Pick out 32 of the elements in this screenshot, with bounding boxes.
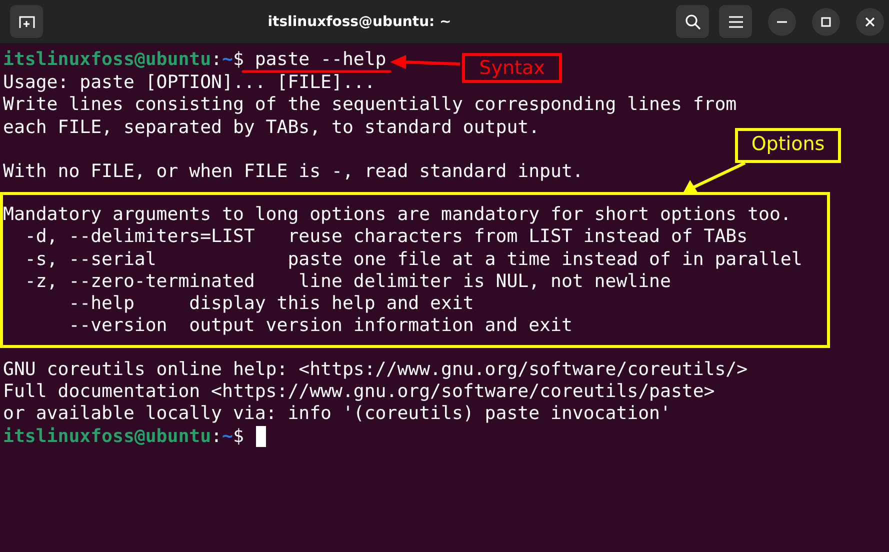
- output-line: GNU coreutils online help: <https://www.gnu.org/software/coreutils/>: [3, 360, 748, 380]
- prompt: itslinuxfoss@ubuntu:~$: [3, 425, 244, 448]
- menu-icon: [728, 16, 742, 28]
- window-title: itslinuxfoss@ubuntu: ~: [266, 14, 452, 30]
- minimize-button[interactable]: [768, 8, 796, 36]
- output-line: Full documentation <https://www.gnu.org/software/coreutils/paste>: [3, 382, 715, 402]
- callout-label: Syntax: [462, 53, 562, 83]
- output-line: each FILE, separated by TABs, to standard output.: [3, 118, 540, 138]
- maximize-icon: [821, 16, 831, 26]
- output-line: -s, --serial paste one file at a time instead of in parallel: [24, 250, 802, 270]
- output-line: --version output version information and exit: [68, 316, 572, 336]
- close-icon: [865, 16, 875, 26]
- output-line: Usage: paste [OPTION]... [FILE]...: [3, 73, 376, 94]
- minimize-icon: [777, 20, 787, 22]
- maximize-button[interactable]: [812, 8, 840, 36]
- new-tab-icon: [18, 14, 34, 28]
- arrow: [390, 55, 460, 69]
- menu-button[interactable]: [719, 5, 752, 38]
- search-icon: [684, 14, 700, 30]
- output-line: -d, --delimiters=LIST reuse characters from LIST instead of TABs: [24, 227, 748, 248]
- output-line: With no FILE, or when FILE is -, read standard input.: [3, 162, 584, 182]
- output-line: or available locally via: info '(coreutils) paste invocation': [3, 404, 671, 424]
- search-button[interactable]: [676, 5, 709, 38]
- output-line: Write lines consisting of the sequentially corresponding lines from: [3, 95, 737, 116]
- output-line: Mandatory arguments to long options are mandatory for short options too.: [3, 205, 792, 226]
- new-tab-button[interactable]: [10, 5, 43, 38]
- output-line: -z, --zero-terminated line delimiter is NUL, not newline: [24, 272, 671, 292]
- prompt: itslinuxfoss@ubuntu:~$: [3, 48, 244, 72]
- output-line: --help display this help and exit: [68, 294, 474, 314]
- close-button[interactable]: [856, 8, 884, 36]
- command-text: paste --help: [254, 48, 386, 72]
- callout-label: Options: [735, 128, 841, 163]
